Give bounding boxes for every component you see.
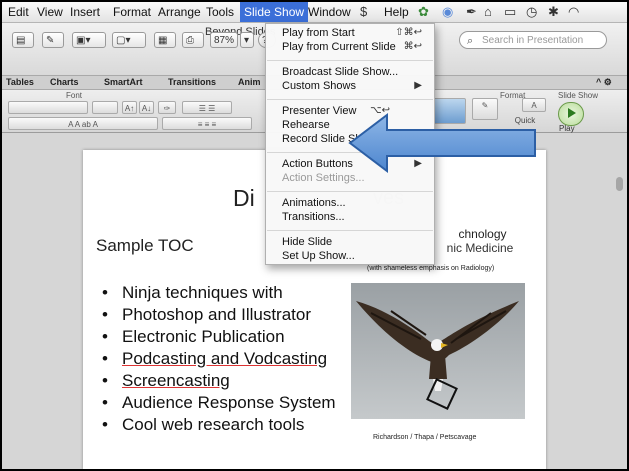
menu-help[interactable]: Help [384,5,409,19]
status-app-icon[interactable]: ✿ [418,4,429,20]
bullet-list: Ninja techniques with Photoshop and Illu… [96,282,336,436]
menu-separator [267,191,433,192]
align-buttons[interactable]: ≡ ≡ ≡ [162,117,252,130]
menu-edit[interactable]: Edit [8,5,29,19]
menu-view[interactable]: View [37,5,63,19]
picture-icon[interactable]: ▢▾ [112,32,146,48]
text-format-buttons[interactable]: A A ab A [8,117,158,130]
format-painter-icon[interactable]: ✎ [42,32,64,48]
play-label: Play [559,124,575,133]
menu-item-play-from-start[interactable]: Play from Start [282,27,355,39]
ribbon-collapse-icon[interactable]: ^ ⚙ [596,77,612,88]
bullet-item: Photoshop and Illustrator [96,304,336,326]
menu-separator [267,99,433,100]
search-icon: ⌕ [467,35,474,47]
menu-arrange[interactable]: Arrange [158,5,201,19]
group-label-font: Font [66,91,83,100]
font-name-field[interactable] [8,101,88,114]
zoom-field[interactable]: 87% [210,32,238,48]
font-grow-button[interactable]: A↑ [122,101,137,114]
text-box-button[interactable]: A [522,98,546,112]
menu-item-hide-slide[interactable]: Hide Slide [282,236,332,248]
shortcut-play-from-current: ⌘↩ [403,41,422,52]
menu-item-custom-shows[interactable]: Custom Shows [282,80,356,92]
menu-window[interactable]: Window [308,5,351,19]
bullet-item: Cool web research tools [96,414,336,436]
search-field[interactable]: ⌕ Search in Presentation [459,31,607,49]
clear-format-icon[interactable]: ✑ [158,101,176,114]
menu-item-set-up-show[interactable]: Set Up Show... [282,250,355,262]
zoom-stepper[interactable]: ▾ [240,32,254,48]
vertical-scrollbar[interactable] [616,177,623,191]
bullet-item: Ninja techniques with [96,282,336,304]
menu-bar: Edit View Insert Format Arrange Tools Sl… [2,2,627,23]
menu-item-action-buttons[interactable]: Action Buttons [282,158,353,170]
bullet-item-text: Screencasting [122,371,230,390]
status-pen-icon[interactable]: ✒ [466,4,477,20]
annotation-arrow-icon [348,112,536,174]
font-shrink-button[interactable]: A↓ [139,101,154,114]
tab-smartart[interactable]: SmartArt [104,77,143,87]
tab-tables[interactable]: Tables [6,77,34,87]
bullet-item: Screencasting [96,370,336,392]
right-subheading: (with shameless emphasis on Radiology) [367,265,495,272]
eagle-image[interactable] [351,283,525,419]
slide-title: Di [233,185,255,212]
wifi-icon[interactable]: ◠ [568,4,579,20]
app-window: Edit View Insert Format Arrange Tools Sl… [0,0,629,471]
paste-icon[interactable]: ▤ [12,32,34,48]
search-placeholder: Search in Presentation [482,35,584,46]
menu-separator [267,230,433,231]
bullet-item: Podcasting and Vodcasting [96,348,336,370]
group-label-slideshow: Slide Show [558,91,599,100]
menu-item-animations[interactable]: Animations... [282,197,346,209]
menu-format[interactable]: Format [113,5,151,19]
script-icon[interactable]: $ [360,4,367,19]
menu-tools[interactable]: Tools [206,5,234,19]
bullet-item: Electronic Publication [96,326,336,348]
menu-item-play-from-current[interactable]: Play from Current Slide [282,41,396,53]
menu-slide-show[interactable]: Slide Show [240,2,309,22]
status-museum-icon[interactable]: ⌂ [484,4,492,19]
menu-insert[interactable]: Insert [70,5,100,19]
menu-item-presenter-view[interactable]: Presenter View [282,105,356,117]
bluetooth-icon[interactable]: ✱ [548,4,559,20]
tab-charts[interactable]: Charts [50,77,79,87]
menu-item-rehearse[interactable]: Rehearse [282,119,330,131]
menu-separator [267,60,433,61]
submenu-arrow-icon: ▶ [414,80,422,91]
menu-item-broadcast[interactable]: Broadcast Slide Show... [282,66,398,78]
sample-toc-heading: Sample TOC [96,236,194,255]
shortcut-play-from-start: ⇧⌘↩ [395,27,422,38]
bullet-item: Audience Response System [96,392,336,414]
status-globe-icon[interactable]: ◉ [442,4,453,20]
slide-title-text: Di [233,185,255,211]
play-button[interactable] [558,102,584,126]
gallery-icon[interactable]: ▦ [154,32,176,48]
font-size-field[interactable] [92,101,118,114]
tab-animations[interactable]: Anim [238,77,261,87]
bullet-item-text: Podcasting and Vodcasting [122,349,328,368]
media-icon[interactable]: ▣▾ [72,32,106,48]
status-display-icon[interactable]: ▭ [504,4,516,20]
print-icon[interactable]: ⎙ [182,32,204,48]
menu-item-transitions[interactable]: Transitions... [282,211,345,223]
list-buttons[interactable]: ☰ ☰ [182,101,232,114]
tab-transitions[interactable]: Transitions [168,77,216,87]
image-credit: Richardson / Thapa / Petscavage [373,434,477,441]
status-time-machine-icon[interactable]: ◷ [526,4,537,20]
